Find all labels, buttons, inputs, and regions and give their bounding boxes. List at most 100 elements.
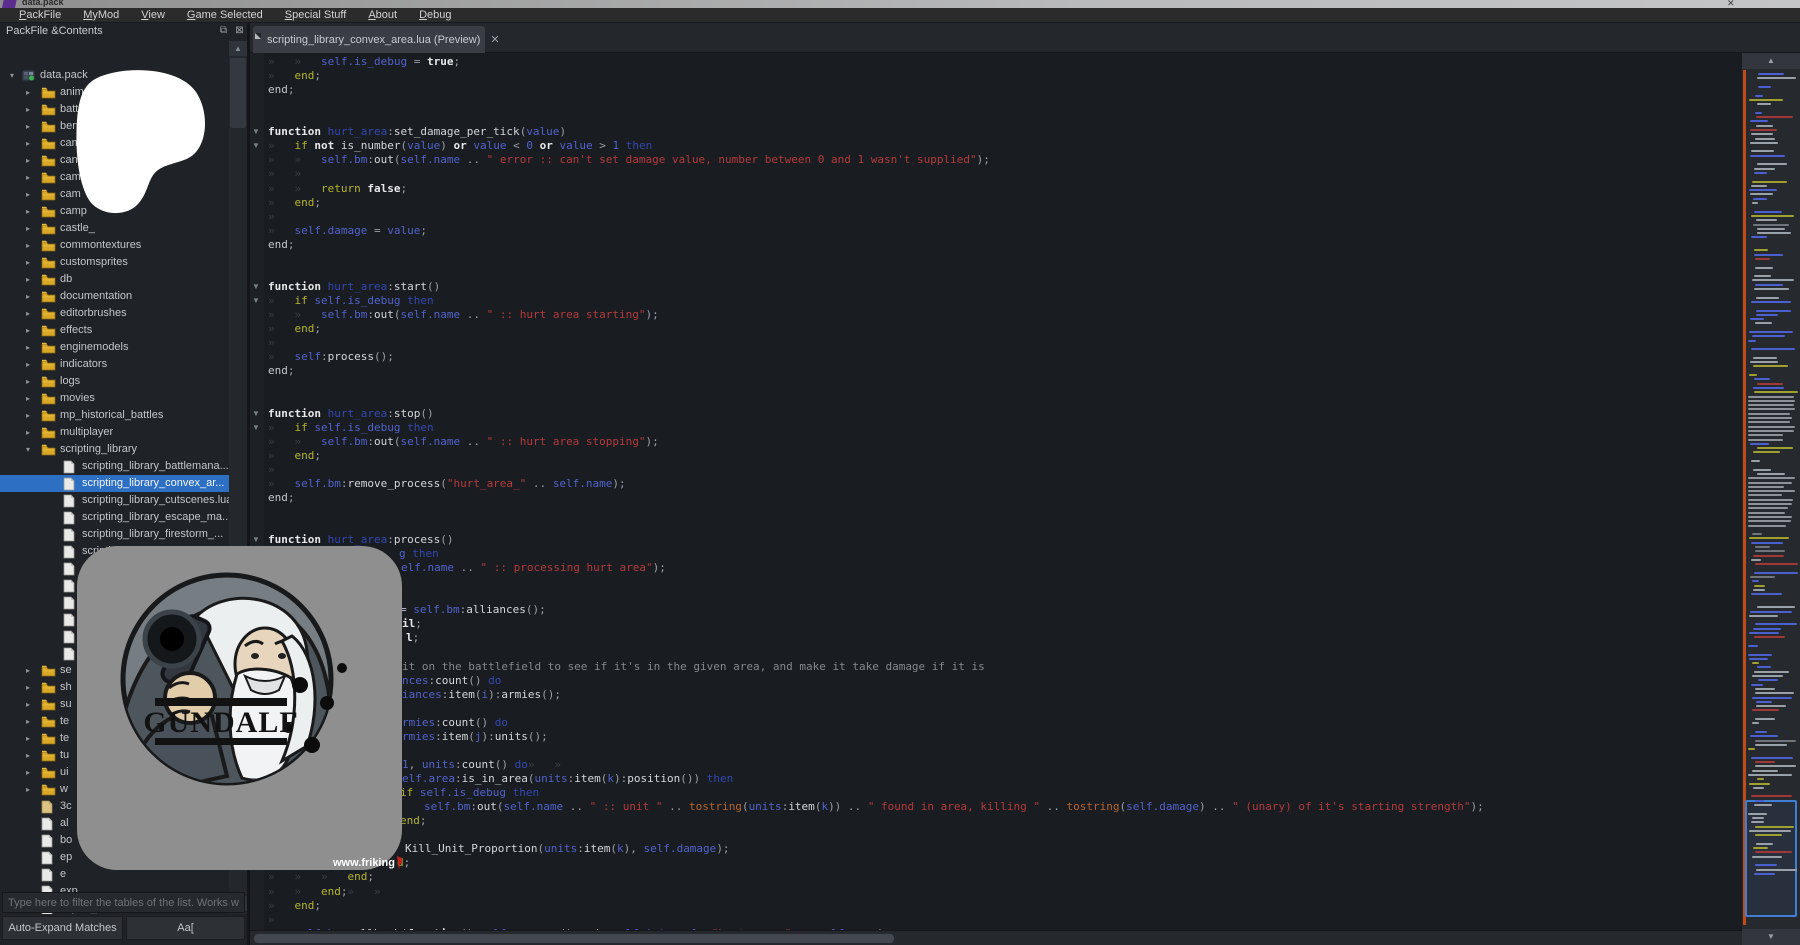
tree-item-scripting_library_firestorm_-[interactable]: scripting_library_firestorm_...	[0, 526, 247, 543]
chevron-right-icon[interactable]: ▸	[22, 322, 34, 339]
code-line[interactable]: elf.area:is_in_area(units:item(k):positi…	[402, 772, 733, 786]
tree-item-enginemodels[interactable]: ▸enginemodels	[0, 339, 247, 356]
code-line[interactable]: » » » end;	[268, 870, 374, 884]
tree-item-logs[interactable]: ▸logs	[0, 373, 247, 390]
scroll-up-icon[interactable]: ▲	[229, 41, 247, 56]
auto-expand-matches-button[interactable]: Auto-Expand Matches	[2, 916, 123, 940]
code-line[interactable]: » self.damage = value;	[268, 224, 427, 238]
code-line[interactable]: iances:item(i):armies();	[402, 688, 561, 702]
tab-close-icon[interactable]: ✕	[490, 33, 499, 46]
code-line[interactable]: Kill_Unit_Proportion(units:item(k), self…	[405, 842, 730, 856]
chevron-right-icon[interactable]: ▸	[22, 356, 34, 373]
menu-debug[interactable]: Debug	[408, 8, 462, 23]
chevron-right-icon[interactable]: ▸	[22, 271, 34, 288]
code-line[interactable]: end;	[268, 238, 295, 252]
code-line[interactable]: » self.bm:remove_process("hurt_area_" ..…	[268, 477, 626, 491]
menu-mymod[interactable]: MyMod	[72, 8, 130, 23]
tree-item-movies[interactable]: ▸movies	[0, 390, 247, 407]
chevron-down-icon[interactable]: ▾	[22, 441, 34, 458]
fold-marker-icon[interactable]: ▼	[252, 296, 260, 305]
chevron-right-icon[interactable]: ▸	[22, 390, 34, 407]
window-close-icon[interactable]: ✕	[1727, 0, 1735, 8]
chevron-down-icon[interactable]: ▾	[6, 67, 18, 84]
tree-item-commontextures[interactable]: ▸commontextures	[0, 237, 247, 254]
tree-item-castle_[interactable]: ▸castle_	[0, 220, 247, 237]
code-line[interactable]: » if self.is_debug then	[268, 294, 434, 308]
chevron-right-icon[interactable]: ▸	[22, 118, 34, 135]
code-line[interactable]: » end;	[268, 322, 321, 336]
dock-close-icon[interactable]: ⊠	[233, 25, 246, 37]
chevron-right-icon[interactable]: ▸	[22, 135, 34, 152]
code-line[interactable]: » »	[268, 167, 321, 181]
chevron-right-icon[interactable]: ▸	[22, 288, 34, 305]
code-line[interactable]: end;	[268, 83, 295, 97]
code-line[interactable]: » self:process();	[268, 350, 394, 364]
code-line[interactable]: 1, units:count() do» »	[402, 758, 581, 772]
minimap-down-icon[interactable]: ▼	[1742, 929, 1800, 945]
menu-about[interactable]: About	[357, 8, 408, 23]
code-line[interactable]: » end;	[268, 196, 321, 210]
code-line[interactable]: » end;	[268, 449, 321, 463]
code-line[interactable]: = self.bm:alliances();	[400, 603, 546, 617]
chevron-right-icon[interactable]: ▸	[22, 220, 34, 237]
chevron-right-icon[interactable]: ▸	[22, 203, 34, 220]
code-line[interactable]: function hurt_area:set_damage_per_tick(v…	[268, 125, 566, 139]
tree-item-scripting_library[interactable]: ▾scripting_library	[0, 441, 247, 458]
dock-float-icon[interactable]: ⧉	[217, 25, 230, 37]
chevron-right-icon[interactable]: ▸	[22, 662, 34, 679]
chevron-right-icon[interactable]: ▸	[22, 339, 34, 356]
tree-item-multiplayer[interactable]: ▸multiplayer	[0, 424, 247, 441]
code-line[interactable]: il;	[402, 617, 422, 631]
code-line[interactable]: » end;	[268, 899, 321, 913]
code-line[interactable]: »	[268, 210, 295, 224]
chevron-right-icon[interactable]: ▸	[22, 407, 34, 424]
tab-scripting-library-convex-area[interactable]: scripting_library_convex_area.lua (Previ…	[253, 26, 485, 53]
code-line[interactable]: » » return false;	[268, 182, 407, 196]
code-line[interactable]: »	[268, 463, 295, 477]
tree-item-editorbrushes[interactable]: ▸editorbrushes	[0, 305, 247, 322]
chevron-right-icon[interactable]: ▸	[22, 713, 34, 730]
chevron-right-icon[interactable]: ▸	[22, 305, 34, 322]
code-line[interactable]: nces:count() do	[402, 674, 501, 688]
code-line[interactable]: »	[268, 336, 295, 350]
minimap-up-icon[interactable]: ▲	[1742, 53, 1800, 69]
tree-item-documentation[interactable]: ▸documentation	[0, 288, 247, 305]
code-line[interactable]: it on the battlefield to see if it's in …	[402, 660, 985, 674]
chevron-right-icon[interactable]: ▸	[22, 186, 34, 203]
code-line[interactable]: end;	[400, 814, 427, 828]
tree-item-mp_historical_battles[interactable]: ▸mp_historical_battles	[0, 407, 247, 424]
tree-item-scripting_library_convex_ar-[interactable]: scripting_library_convex_ar...	[0, 475, 247, 492]
chevron-right-icon[interactable]: ▸	[22, 424, 34, 441]
code-line[interactable]: self.bm:out(self.name .. " :: unit " .. …	[424, 800, 1484, 814]
code-line[interactable]: » » self.is_debug = true;	[268, 55, 460, 69]
tree-item-scripting_library_battlemana-[interactable]: scripting_library_battlemana...	[0, 458, 247, 475]
chevron-right-icon[interactable]: ▸	[22, 730, 34, 747]
fold-marker-icon[interactable]: ▼	[252, 409, 260, 418]
tree-item-db[interactable]: ▸db	[0, 271, 247, 288]
menu-view[interactable]: View	[130, 8, 176, 23]
code-line[interactable]: » » self.bm:out(self.name .. " :: hurt a…	[268, 308, 659, 322]
chevron-right-icon[interactable]: ▸	[22, 679, 34, 696]
code-line[interactable]: rmies:item(j):units();	[402, 730, 548, 744]
tree-item-scripting_library_escape_ma-[interactable]: scripting_library_escape_ma...	[0, 509, 247, 526]
chevron-right-icon[interactable]: ▸	[22, 237, 34, 254]
code-editor[interactable]: » » self.is_debug = true; » end; end; funct…	[250, 53, 1742, 930]
tree-item-effects[interactable]: ▸effects	[0, 322, 247, 339]
code-line[interactable]: » » self.bm:out(self.name .. " error :: …	[268, 153, 990, 167]
tree-filter-input[interactable]	[2, 892, 245, 913]
tree-scrollbar-thumb[interactable]	[230, 58, 246, 128]
chevron-right-icon[interactable]: ▸	[22, 169, 34, 186]
code-line[interactable]: end;	[268, 491, 295, 505]
editor-horizontal-scrollbar[interactable]	[250, 930, 1742, 945]
fold-marker-icon[interactable]: ▼	[252, 282, 260, 291]
code-line[interactable]: function hurt_area:process()	[268, 533, 453, 547]
fold-marker-icon[interactable]: ▼	[252, 535, 260, 544]
code-line[interactable]: rmies:count() do	[402, 716, 508, 730]
fold-marker-icon[interactable]: ▼	[252, 141, 260, 150]
code-line[interactable]: if self.is_debug then	[400, 786, 539, 800]
code-line[interactable]: »	[268, 913, 295, 927]
code-line[interactable]: » if not is_number(value) or value < 0 o…	[268, 139, 652, 153]
code-line[interactable]: l;	[406, 631, 419, 645]
chevron-right-icon[interactable]: ▸	[22, 254, 34, 271]
code-line[interactable]: end;	[268, 364, 295, 378]
